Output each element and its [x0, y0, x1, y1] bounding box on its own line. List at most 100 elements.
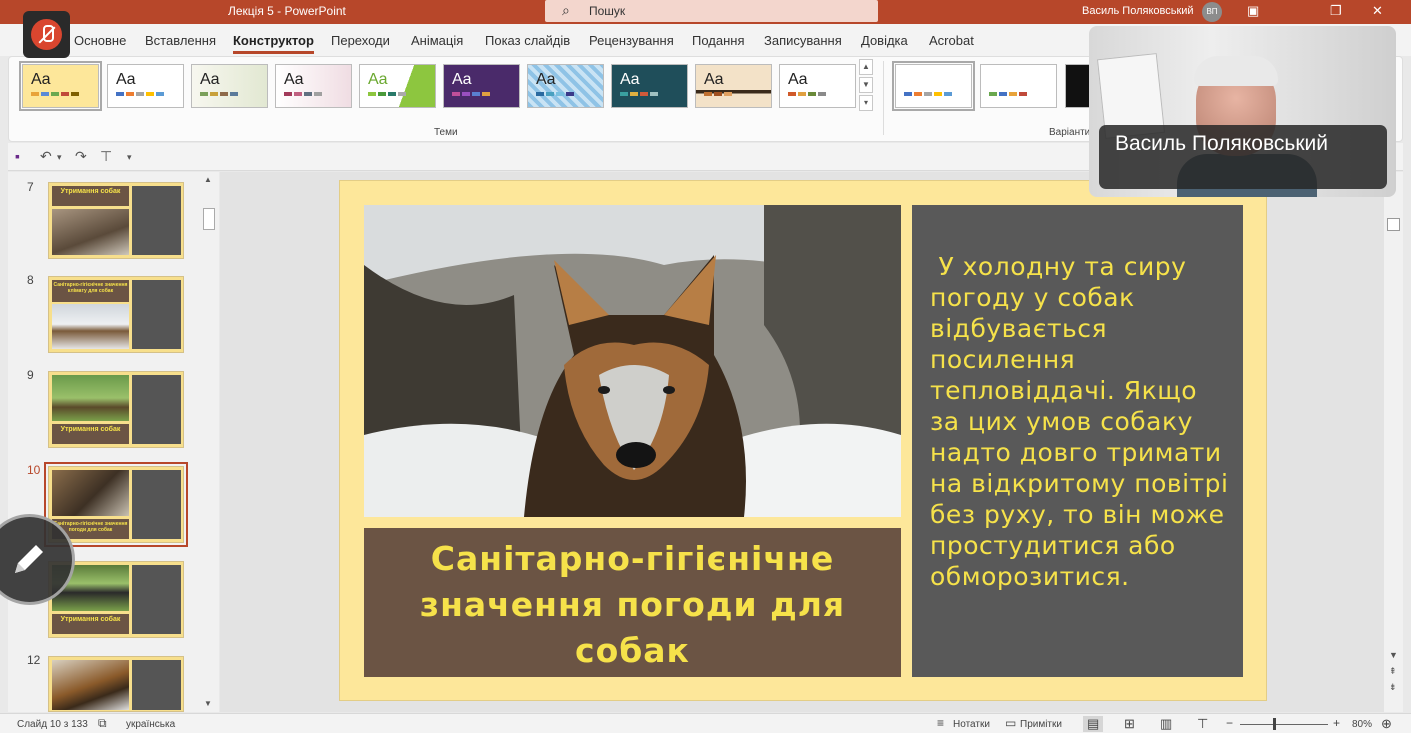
slide-thumbnail-8[interactable]: Санітарно-гігієнічне значення клімату дл…: [48, 276, 184, 353]
previous-slide-icon[interactable]: ⇞: [1389, 666, 1397, 677]
notes-icon[interactable]: ≡: [937, 716, 944, 730]
themes-group-label: Теми: [434, 127, 458, 138]
chevron-down-icon[interactable]: ▼: [859, 77, 873, 93]
theme-4[interactable]: Aa: [275, 64, 352, 108]
thumb-body: [132, 280, 181, 349]
scroll-up-icon[interactable]: ▲: [204, 175, 212, 184]
tab-help[interactable]: Довідка: [861, 33, 908, 48]
theme-10[interactable]: Aa: [779, 64, 856, 108]
search-placeholder: Пошук: [589, 4, 626, 18]
slide-number: 8: [27, 273, 34, 287]
tab-review[interactable]: Рецензування: [589, 33, 674, 48]
slide-thumbnail-7[interactable]: Утримання собак: [48, 182, 184, 259]
pencil-icon: [15, 545, 43, 573]
search-box[interactable]: ⌕ Пошук: [545, 0, 878, 22]
chevron-up-icon[interactable]: ▲: [859, 59, 873, 75]
accessibility-icon[interactable]: ⧉: [98, 716, 107, 731]
theme-1[interactable]: Aa: [19, 61, 102, 111]
slide-thumbnail-12[interactable]: [48, 656, 184, 712]
tab-design[interactable]: Конструктор: [233, 33, 314, 54]
avatar[interactable]: ВП: [1202, 2, 1222, 22]
thumb-body: [132, 375, 181, 444]
next-slide-icon[interactable]: ⇟: [1389, 682, 1397, 693]
tab-view[interactable]: Подання: [692, 33, 745, 48]
slide-body-text[interactable]: У холодну та сиру погоду у собак відбува…: [912, 205, 1243, 677]
comments-button[interactable]: Примітки: [1020, 719, 1062, 730]
theme-5[interactable]: Aa: [359, 64, 436, 108]
tab-home[interactable]: Основне: [74, 33, 126, 48]
current-slide[interactable]: Санітарно-гігієнічне значення погоди для…: [339, 180, 1267, 701]
zoom-in-icon[interactable]: +: [1333, 716, 1340, 730]
theme-6[interactable]: Aa: [443, 64, 520, 108]
slides-panel: 7 Утримання собак 8 Санітарно-гігієнічне…: [8, 172, 219, 712]
slide-sorter-icon[interactable]: ⊞: [1124, 716, 1135, 732]
title-bar: Лекція 5 - PowerPoint ⌕ Пошук Василь Пол…: [0, 0, 1411, 24]
reading-view-icon[interactable]: ▥: [1160, 716, 1172, 732]
variants-group-label: Варіанти: [1049, 127, 1091, 138]
scroll-down-icon[interactable]: ▼: [1389, 650, 1398, 660]
theme-2[interactable]: Aa: [107, 64, 184, 108]
normal-view-icon[interactable]: ▤: [1083, 716, 1104, 732]
present-icon[interactable]: ⊤: [100, 148, 112, 165]
scroll-down-icon[interactable]: ▼: [204, 699, 212, 708]
participant-hair: [1194, 56, 1278, 86]
zoom-slider-knob[interactable]: [1273, 718, 1276, 730]
slide-number: 12: [27, 653, 41, 667]
scroll-thumb[interactable]: [203, 208, 215, 230]
slide-thumbnail-10[interactable]: Санітарно-гігієнічне значення погоди для…: [44, 462, 188, 547]
slide-title[interactable]: Санітарно-гігієнічне значення погоди для…: [364, 528, 901, 677]
thumb-body: [132, 186, 181, 255]
variant-1[interactable]: [892, 61, 975, 111]
ribbon-display-icon[interactable]: ▣: [1247, 3, 1259, 19]
theme-9[interactable]: Aa: [695, 64, 772, 108]
editor-scrollbar[interactable]: ▼ ⇞ ⇟: [1384, 172, 1403, 712]
tab-slideshow[interactable]: Показ слайдів: [485, 33, 570, 48]
more-themes-icon[interactable]: ▾: [859, 95, 873, 111]
thumb-image: [52, 660, 129, 710]
thumb-image: [52, 304, 129, 349]
theme-8[interactable]: Aa: [611, 64, 688, 108]
slide-thumbnail-9[interactable]: Утримання собак: [48, 371, 184, 448]
tab-acrobat[interactable]: Acrobat: [929, 33, 974, 48]
comments-icon[interactable]: ▭: [1005, 716, 1016, 730]
restore-icon[interactable]: ❐: [1330, 3, 1342, 19]
thumb-image: [52, 209, 129, 255]
video-participant-tile: Василь Поляковський: [1089, 26, 1396, 197]
theme-7[interactable]: Aa: [527, 64, 604, 108]
tab-insert[interactable]: Вставлення: [145, 33, 216, 48]
window-title: Лекція 5 - PowerPoint: [228, 4, 346, 18]
fit-to-window-icon[interactable]: ⊕: [1381, 716, 1392, 732]
slide-number: 7: [27, 180, 34, 194]
thumb-image: [52, 470, 129, 516]
mic-muted-button[interactable]: [23, 11, 70, 58]
slideshow-icon[interactable]: ⊤: [1197, 716, 1208, 732]
variant-2[interactable]: [980, 64, 1057, 108]
tab-record[interactable]: Записування: [764, 33, 842, 48]
account-name[interactable]: Василь Поляковський: [1082, 5, 1194, 17]
slides-panel-scrollbar[interactable]: ▲ ▼: [201, 172, 217, 712]
thumb-title: Санітарно-гігієнічне значення клімату дл…: [52, 280, 129, 302]
customize-qat-icon[interactable]: ▾: [127, 152, 132, 163]
scroll-thumb[interactable]: [1387, 218, 1400, 231]
theme-3[interactable]: Aa: [191, 64, 268, 108]
undo-dropdown-icon[interactable]: ▾: [57, 152, 62, 163]
close-icon[interactable]: ✕: [1372, 3, 1383, 19]
tab-animations[interactable]: Анімація: [411, 33, 463, 48]
thumb-title: Утримання собак: [52, 186, 129, 206]
tab-transitions[interactable]: Переходи: [331, 33, 390, 48]
slide-number: 10: [27, 463, 41, 477]
zoom-slider[interactable]: [1240, 724, 1328, 725]
save-icon[interactable]: ▪: [15, 148, 20, 164]
thumb-title: Утримання собак: [52, 614, 129, 634]
zoom-level[interactable]: 80%: [1352, 719, 1372, 730]
redo-icon[interactable]: ↷: [75, 148, 87, 165]
notes-button[interactable]: Нотатки: [953, 719, 990, 730]
status-bar: Слайд 10 з 133 ⧉ українська ≡ Нотатки ▭ …: [0, 713, 1411, 733]
thumb-image: [52, 375, 129, 421]
slide-counter: Слайд 10 з 133: [17, 719, 88, 730]
undo-icon[interactable]: ↶: [40, 148, 52, 165]
dog-photo[interactable]: [364, 205, 901, 517]
language-indicator[interactable]: українська: [126, 719, 175, 730]
zoom-out-icon[interactable]: −: [1226, 716, 1233, 730]
themes-scroll: ▲ ▼ ▾: [859, 59, 873, 111]
